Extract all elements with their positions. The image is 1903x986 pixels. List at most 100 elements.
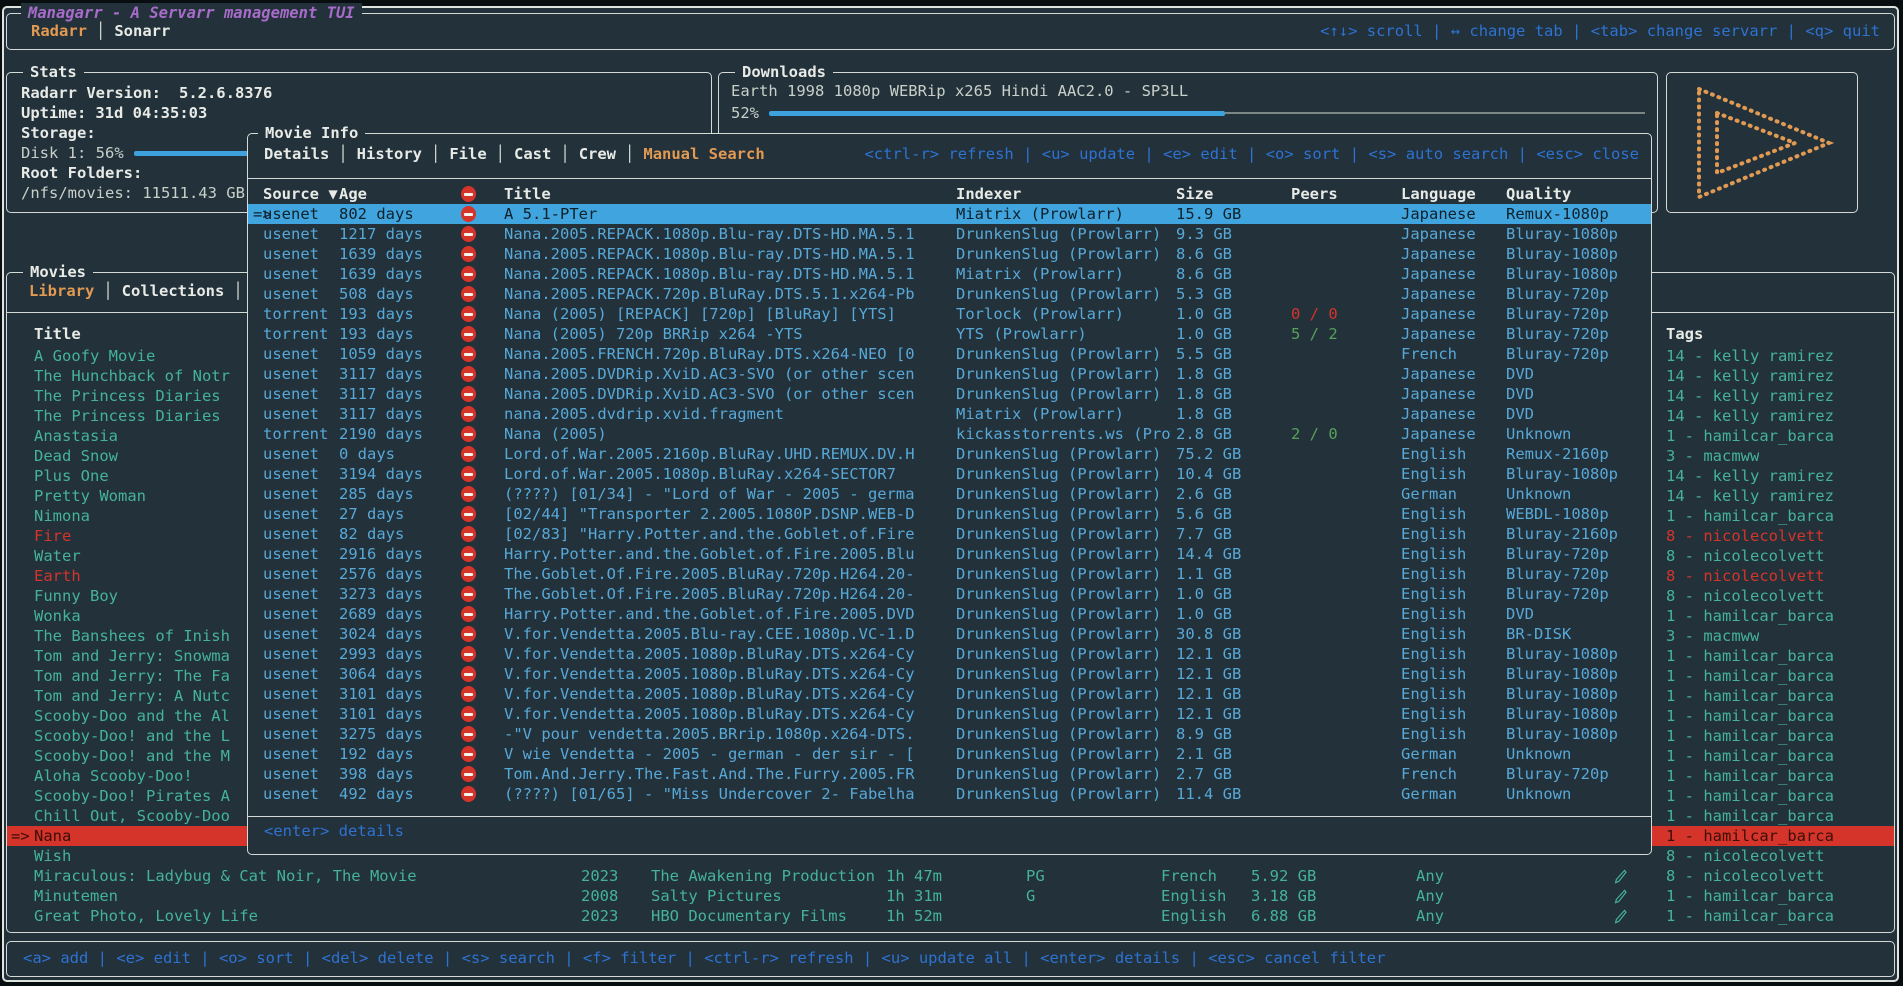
search-result-row[interactable]: torrent193 daysNana (2005) 720p BRRip x2… (248, 324, 1651, 344)
movie-title: The Princess Diaries (34, 386, 221, 406)
search-result-row[interactable]: usenet3117 daysNana.2005.DVDRip.XviD.AC3… (248, 364, 1651, 384)
search-result-row[interactable]: torrent193 daysNana (2005) [REPACK] [720… (248, 304, 1651, 324)
release-indexer: Miatrix (Prowlarr) (956, 204, 1171, 224)
movie-info-keybinds: <ctrl-r> refresh | <u> update | <e> edit… (864, 144, 1639, 164)
no-entry-icon (461, 766, 476, 782)
release-title: Lord.of.War.2005.1080p.BluRay.x264-SECTO… (504, 464, 954, 484)
search-result-row[interactable]: usenet1217 daysNana.2005.REPACK.1080p.Bl… (248, 224, 1651, 244)
tab-crew[interactable]: Crew (579, 145, 616, 163)
search-result-row[interactable]: usenet508 daysNana.2005.REPACK.720p.BluR… (248, 284, 1651, 304)
release-indexer: DrunkenSlug (Prowlarr) (956, 384, 1171, 404)
download-percent-label: 52% (731, 103, 759, 123)
search-result-row[interactable]: usenet0 daysLord.of.War.2005.2160p.BluRa… (248, 444, 1651, 464)
search-result-row[interactable]: usenet1639 daysNana.2005.REPACK.1080p.Bl… (248, 264, 1651, 284)
search-result-row[interactable]: usenet3273 daysThe.Goblet.Of.Fire.2005.B… (248, 584, 1651, 604)
col-rejected[interactable] (461, 184, 476, 204)
no-entry-icon (461, 746, 476, 762)
tab-library[interactable]: Library (29, 282, 94, 300)
col-source[interactable]: Source ▼ (263, 184, 338, 204)
search-result-row[interactable]: usenet3117 daysnana.2005.dvdrip.xvid.fra… (248, 404, 1651, 424)
release-peers: 2 / 0 (1291, 424, 1338, 444)
movie-year: 2008 (581, 886, 618, 906)
movie-studio: Salty Pictures (651, 886, 782, 906)
movie-row[interactable]: Minutemen2008Salty Pictures1h 31mGEnglis… (7, 886, 1894, 906)
release-age: 192 days (339, 744, 414, 764)
release-age: 285 days (339, 484, 414, 504)
movie-row[interactable]: Great Photo, Lovely Life2023HBO Document… (7, 906, 1894, 926)
search-result-row[interactable]: usenet3194 daysLord.of.War.2005.1080p.Bl… (248, 464, 1651, 484)
release-indexer: DrunkenSlug (Prowlarr) (956, 464, 1171, 484)
no-entry-icon (461, 646, 476, 662)
search-results-list: =>usenet802 daysA 5.1-PTerMiatrix (Prowl… (248, 204, 1651, 804)
no-entry-icon (461, 466, 476, 482)
search-result-row[interactable]: usenet82 days[02/83] "Harry.Potter.and.t… (248, 524, 1651, 544)
search-result-row[interactable]: usenet3275 days-"V pour vendetta.2005.BR… (248, 724, 1651, 744)
search-result-row[interactable]: usenet27 days[02/44] "Transporter 2.2005… (248, 504, 1651, 524)
tab-history[interactable]: History (357, 145, 422, 163)
release-source: usenet (263, 604, 319, 624)
col-quality[interactable]: Quality (1506, 184, 1571, 204)
release-quality: Bluray-720p (1506, 344, 1609, 364)
search-result-row[interactable]: usenet1639 daysNana.2005.REPACK.1080p.Bl… (248, 244, 1651, 264)
release-size: 2.6 GB (1176, 484, 1232, 504)
release-language: German (1401, 484, 1457, 504)
col-language[interactable]: Language (1401, 184, 1476, 204)
movie-title: Nimona (34, 506, 90, 526)
search-result-row[interactable]: usenet192 daysV wie Vendetta - 2005 - ge… (248, 744, 1651, 764)
release-title: V wie Vendetta - 2005 - german - der sir… (504, 744, 954, 764)
search-result-row[interactable]: usenet2576 daysThe.Goblet.Of.Fire.2005.B… (248, 564, 1651, 584)
release-indexer: DrunkenSlug (Prowlarr) (956, 684, 1171, 704)
release-source: torrent (263, 304, 328, 324)
tab-sonarr[interactable]: Sonarr (114, 22, 170, 40)
release-title: V.for.Vendetta.2005.Blu-ray.CEE.1080p.VC… (504, 624, 954, 644)
release-size: 7.7 GB (1176, 524, 1232, 544)
tab-manual-search[interactable]: Manual Search (643, 145, 764, 163)
release-quality: Unknown (1506, 744, 1571, 764)
search-result-row[interactable]: usenet2689 daysHarry.Potter.and.the.Gobl… (248, 604, 1651, 624)
release-age: 0 days (339, 444, 395, 464)
release-quality: Remux-1080p (1506, 204, 1609, 224)
release-title: Nana (2005) 720p BRRip x264 -YTS (504, 324, 954, 344)
movie-title: Miraculous: Ladybug & Cat Noir, The Movi… (34, 866, 417, 886)
search-result-row[interactable]: usenet492 days(????) [01/65] - "Miss Und… (248, 784, 1651, 804)
movie-tag: 14 - kelly ramirez (1666, 346, 1834, 366)
rejected-icon (461, 384, 476, 404)
search-result-row[interactable]: usenet2993 daysV.for.Vendetta.2005.1080p… (248, 644, 1651, 664)
release-size: 2.1 GB (1176, 744, 1232, 764)
search-result-row[interactable]: usenet3101 daysV.for.Vendetta.2005.1080p… (248, 704, 1651, 724)
release-age: 492 days (339, 784, 414, 804)
release-source: usenet (263, 264, 319, 284)
col-age[interactable]: Age (339, 184, 367, 204)
tab-collections[interactable]: Collections (122, 282, 225, 300)
release-source: usenet (263, 404, 319, 424)
search-result-row[interactable]: usenet398 daysTom.And.Jerry.The.Fast.And… (248, 764, 1651, 784)
bottom-bar: <a> add | <e> edit | <o> sort | <del> de… (6, 941, 1895, 977)
col-indexer[interactable]: Indexer (956, 184, 1021, 204)
tab-radarr[interactable]: Radarr (31, 22, 87, 40)
search-result-row[interactable]: usenet3117 daysNana.2005.DVDRip.XviD.AC3… (248, 384, 1651, 404)
release-language: German (1401, 784, 1457, 804)
no-entry-icon (461, 666, 476, 682)
col-title[interactable]: Title (504, 184, 551, 204)
logo-panel (1666, 72, 1858, 213)
release-size: 12.1 GB (1176, 644, 1241, 664)
release-indexer: DrunkenSlug (Prowlarr) (956, 724, 1171, 744)
movie-row[interactable]: Miraculous: Ladybug & Cat Noir, The Movi… (7, 866, 1894, 886)
search-result-row[interactable]: usenet3101 daysV.for.Vendetta.2005.1080p… (248, 684, 1651, 704)
release-quality: Unknown (1506, 484, 1571, 504)
search-result-row[interactable]: torrent2190 daysNana (2005)kickasstorren… (248, 424, 1651, 444)
search-result-row[interactable]: usenet3064 daysV.for.Vendetta.2005.1080p… (248, 664, 1651, 684)
search-result-row[interactable]: usenet285 days(????) [01/34] - "Lord of … (248, 484, 1651, 504)
tab-file[interactable]: File (449, 145, 486, 163)
tab-cast[interactable]: Cast (514, 145, 551, 163)
movie-title: Tom and Jerry: The Fa (34, 666, 230, 686)
col-size[interactable]: Size (1176, 184, 1213, 204)
release-language: English (1401, 544, 1466, 564)
movie-tag: 8 - nicolecolvett (1666, 866, 1825, 886)
search-result-row[interactable]: usenet3024 daysV.for.Vendetta.2005.Blu-r… (248, 624, 1651, 644)
col-peers[interactable]: Peers (1291, 184, 1338, 204)
search-result-row[interactable]: usenet1059 daysNana.2005.FRENCH.720p.Blu… (248, 344, 1651, 364)
tab-details[interactable]: Details (264, 145, 329, 163)
search-result-row[interactable]: =>usenet802 daysA 5.1-PTerMiatrix (Prowl… (248, 204, 1651, 224)
search-result-row[interactable]: usenet2916 daysHarry.Potter.and.the.Gobl… (248, 544, 1651, 564)
